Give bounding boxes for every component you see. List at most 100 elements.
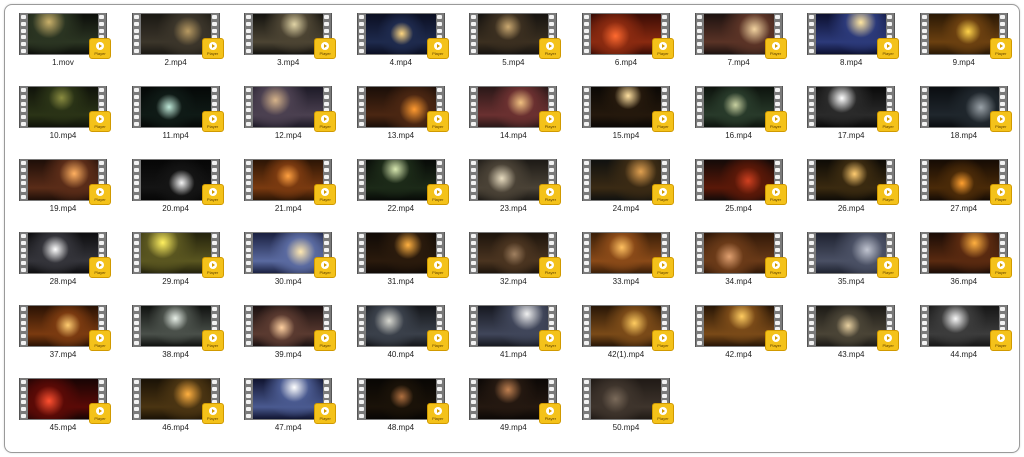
video-file-item[interactable]: Player 45.mp4 (13, 378, 113, 433)
video-file-item[interactable]: Player 7.mp4 (689, 13, 789, 68)
video-file-item[interactable]: Player 34.mp4 (689, 232, 789, 287)
video-file-item[interactable]: Player 35.mp4 (801, 232, 901, 287)
video-thumbnail[interactable]: Player (694, 305, 787, 351)
video-file-item[interactable]: Player 14.mp4 (463, 86, 563, 141)
video-file-item[interactable]: Player 20.mp4 (126, 159, 226, 214)
video-thumbnail[interactable]: Player (581, 305, 674, 351)
video-thumbnail[interactable]: Player (469, 86, 562, 132)
video-file-item[interactable]: Player 17.mp4 (801, 86, 901, 141)
video-thumbnail[interactable]: Player (469, 305, 562, 351)
video-thumbnail[interactable]: Player (19, 305, 111, 351)
video-file-item[interactable]: Player 47.mp4 (238, 378, 338, 433)
video-file-item[interactable]: Player 48.mp4 (351, 378, 451, 433)
video-file-item[interactable]: Player 33.mp4 (576, 232, 676, 287)
video-file-item[interactable]: Player 26.mp4 (801, 159, 901, 214)
video-file-item[interactable]: Player 19.mp4 (13, 159, 113, 214)
video-thumbnail[interactable]: Player (919, 159, 1012, 205)
video-file-item[interactable]: Player 46.mp4 (126, 378, 226, 433)
video-file-item[interactable]: Player 2.mp4 (126, 13, 226, 68)
video-file-item[interactable]: Player 50.mp4 (576, 378, 676, 433)
video-thumbnail[interactable]: Player (131, 13, 224, 59)
video-thumbnail[interactable]: Player (131, 305, 224, 351)
video-file-item[interactable]: Player 10.mp4 (13, 86, 113, 141)
video-thumbnail[interactable]: Player (244, 159, 337, 205)
video-thumbnail[interactable]: Player (244, 305, 337, 351)
video-thumbnail[interactable]: Player (694, 86, 787, 132)
video-thumbnail[interactable]: Player (807, 232, 900, 278)
video-file-item[interactable]: Player 31.mp4 (351, 232, 451, 287)
video-file-item[interactable]: Player 5.mp4 (463, 13, 563, 68)
video-file-item[interactable]: Player 25.mp4 (689, 159, 789, 214)
video-file-item[interactable]: Player 12.mp4 (238, 86, 338, 141)
video-file-item[interactable]: Player 32.mp4 (463, 232, 563, 287)
video-thumbnail[interactable]: Player (356, 159, 449, 205)
video-file-item[interactable]: Player 27.mp4 (914, 159, 1014, 214)
video-file-item[interactable]: Player 1.mov (13, 13, 113, 68)
video-file-item[interactable]: Player 15.mp4 (576, 86, 676, 141)
video-file-item[interactable]: Player 38.mp4 (126, 305, 226, 360)
video-thumbnail[interactable]: Player (244, 232, 337, 278)
video-thumbnail[interactable]: Player (581, 13, 674, 59)
video-file-item[interactable]: Player 13.mp4 (351, 86, 451, 141)
video-thumbnail[interactable]: Player (694, 232, 787, 278)
video-thumbnail[interactable]: Player (131, 159, 224, 205)
video-thumbnail[interactable]: Player (19, 159, 111, 205)
video-thumbnail[interactable]: Player (19, 13, 111, 59)
video-thumbnail[interactable]: Player (469, 13, 562, 59)
video-file-item[interactable]: Player 39.mp4 (238, 305, 338, 360)
video-thumbnail[interactable]: Player (919, 305, 1012, 351)
video-thumbnail[interactable]: Player (581, 378, 674, 424)
video-thumbnail[interactable]: Player (356, 13, 449, 59)
video-thumbnail[interactable]: Player (356, 305, 449, 351)
video-thumbnail[interactable]: Player (807, 159, 900, 205)
video-file-item[interactable]: Player 22.mp4 (351, 159, 451, 214)
video-file-item[interactable]: Player 37.mp4 (13, 305, 113, 360)
video-thumbnail[interactable]: Player (356, 378, 449, 424)
video-thumbnail[interactable]: Player (919, 232, 1012, 278)
video-file-item[interactable]: Player 4.mp4 (351, 13, 451, 68)
video-thumbnail[interactable]: Player (469, 232, 562, 278)
video-file-item[interactable]: Player 43.mp4 (801, 305, 901, 360)
video-file-item[interactable]: Player 28.mp4 (13, 232, 113, 287)
video-thumbnail[interactable]: Player (694, 159, 787, 205)
video-file-item[interactable]: Player 40.mp4 (351, 305, 451, 360)
video-file-item[interactable]: Player 16.mp4 (689, 86, 789, 141)
video-thumbnail[interactable]: Player (469, 159, 562, 205)
video-file-item[interactable]: Player 9.mp4 (914, 13, 1014, 68)
video-file-item[interactable]: Player 6.mp4 (576, 13, 676, 68)
video-thumbnail[interactable]: Player (807, 13, 900, 59)
video-file-item[interactable]: Player 29.mp4 (126, 232, 226, 287)
video-thumbnail[interactable]: Player (694, 13, 787, 59)
video-thumbnail[interactable]: Player (581, 159, 674, 205)
video-thumbnail[interactable]: Player (356, 86, 449, 132)
video-file-item[interactable]: Player 11.mp4 (126, 86, 226, 141)
video-thumbnail[interactable]: Player (19, 86, 111, 132)
video-thumbnail[interactable]: Player (131, 86, 224, 132)
video-file-item[interactable]: Player 3.mp4 (238, 13, 338, 68)
video-file-item[interactable]: Player 42.mp4 (689, 305, 789, 360)
video-thumbnail[interactable]: Player (131, 378, 224, 424)
video-thumbnail[interactable]: Player (19, 232, 111, 278)
video-file-item[interactable]: Player 23.mp4 (463, 159, 563, 214)
video-file-item[interactable]: Player 21.mp4 (238, 159, 338, 214)
video-file-item[interactable]: Player 8.mp4 (801, 13, 901, 68)
video-file-item[interactable]: Player 42(1).mp4 (576, 305, 676, 360)
video-file-item[interactable]: Player 24.mp4 (576, 159, 676, 214)
video-file-item[interactable]: Player 49.mp4 (463, 378, 563, 433)
video-file-item[interactable]: Player 44.mp4 (914, 305, 1014, 360)
video-file-item[interactable]: Player 36.mp4 (914, 232, 1014, 287)
video-thumbnail[interactable]: Player (919, 13, 1012, 59)
video-thumbnail[interactable]: Player (807, 305, 900, 351)
video-thumbnail[interactable]: Player (919, 86, 1012, 132)
video-file-item[interactable]: Player 18.mp4 (914, 86, 1014, 141)
video-thumbnail[interactable]: Player (469, 378, 562, 424)
video-thumbnail[interactable]: Player (244, 378, 337, 424)
video-thumbnail[interactable]: Player (581, 232, 674, 278)
video-thumbnail[interactable]: Player (356, 232, 449, 278)
video-thumbnail[interactable]: Player (244, 86, 337, 132)
video-file-item[interactable]: Player 30.mp4 (238, 232, 338, 287)
video-file-item[interactable]: Player 41.mp4 (463, 305, 563, 360)
video-thumbnail[interactable]: Player (19, 378, 111, 424)
video-thumbnail[interactable]: Player (131, 232, 224, 278)
video-thumbnail[interactable]: Player (244, 13, 337, 59)
